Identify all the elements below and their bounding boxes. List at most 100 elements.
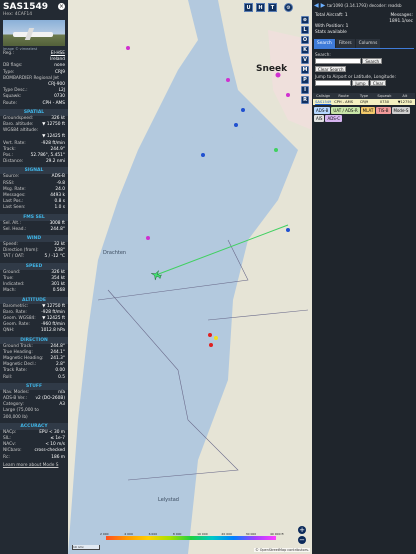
table-cell: ▼12750 (397, 100, 412, 104)
source-tag[interactable]: MLAT (360, 107, 376, 114)
map-attribution[interactable]: © OpenStreetMap contributors. (254, 548, 310, 552)
map-button-r[interactable]: R (301, 96, 309, 104)
source-tag[interactable]: ADS-B (314, 107, 331, 114)
hex-label: Hex: (3, 12, 14, 17)
info-key: TAT / OAT: (3, 254, 25, 260)
info-key: Reg.: (3, 51, 14, 56)
section-header[interactable]: SPATIAL (0, 108, 68, 116)
collapse-chevron-icon[interactable]: ◀ (314, 2, 319, 9)
info-key: Roll: (3, 374, 13, 380)
map-button-u[interactable]: U (244, 3, 253, 12)
marker (209, 343, 213, 347)
clear-button[interactable]: Clear (369, 80, 387, 86)
map-button-l[interactable]: L (301, 26, 309, 34)
marker (241, 108, 245, 112)
jump-input[interactable] (315, 80, 351, 86)
clear-search-button[interactable]: Clear Search (315, 66, 347, 72)
table-row[interactable]: SAS1549 CPH - AMS CRJ9 0730 ▼12750 (313, 99, 415, 105)
scale-label: 10 nmi (73, 545, 84, 549)
info-row: Route: CPH - AMS (0, 101, 68, 107)
lake (252, 134, 264, 146)
settings-icon[interactable]: ⚙ (284, 3, 293, 12)
marker (286, 228, 290, 232)
map-button-k[interactable]: K (301, 46, 309, 54)
zoom-out-button[interactable]: − (298, 536, 306, 544)
map-view[interactable]: Sneek Drachten Lelystad U H T ⚙ ⊗ L O K … (68, 0, 312, 554)
detail-sections: SPATIAL Groundspeed: 326 kt Baro. altitude:… (0, 108, 68, 461)
version-text[interactable]: tar1090 (3.14.1793) decoder: readsb (327, 3, 401, 8)
search-form: Search: Search Clear Search Jump to Airp… (312, 49, 416, 89)
source-tag[interactable]: Mode-S (391, 107, 411, 114)
altitude-legend-label: 40 000 ft (270, 532, 284, 536)
city-label: Sneek (256, 64, 288, 74)
marker (208, 333, 212, 337)
mode-s-link[interactable]: Learn more about Mode S (3, 463, 58, 469)
map-button-cancel[interactable]: ⊗ (301, 16, 309, 24)
tab-filters[interactable]: Filters (335, 39, 355, 48)
info-key: Sel. Head.: (3, 226, 27, 232)
marker (214, 336, 218, 340)
callsign-title: SAS1549 (3, 2, 48, 12)
close-icon[interactable]: × (58, 3, 65, 10)
source-tag[interactable]: TIS-B (376, 107, 391, 114)
search-button[interactable]: Search (362, 58, 383, 64)
aircraft-header: SAS1549 Hex: 4CAF14 (0, 0, 68, 19)
altitude-legend-label: 6 000 (148, 532, 158, 536)
stat-key: Total Aircraft: 1 (315, 13, 348, 18)
altitude-legend-label: 8 000 (172, 532, 182, 536)
marker (201, 153, 205, 157)
map-button-t[interactable]: T (268, 3, 277, 12)
table-cell: CRJ9 (359, 100, 369, 104)
map-canvas (68, 0, 312, 554)
table-cell: CPH - AMS (334, 100, 354, 104)
zoom-in-button[interactable]: + (298, 526, 306, 534)
table-cell: SAS1549 (315, 100, 332, 104)
tab-columns[interactable]: Columns (355, 39, 381, 48)
info-key: Route: (3, 100, 17, 106)
info-value: 29.2 nmi (45, 159, 65, 165)
map-button-p[interactable]: P (301, 76, 309, 84)
marker (126, 46, 130, 50)
info-row: Mach: 0.568 (0, 288, 68, 294)
info-row: Rc: 186 m (0, 455, 68, 461)
tab-search[interactable]: Search (314, 39, 335, 48)
info-key: Distance: (3, 159, 24, 165)
map-button-v[interactable]: V (301, 56, 309, 64)
altitude-legend-label: 4 000 (124, 532, 133, 536)
info-key: Rc: (3, 454, 10, 460)
search-label: Search: (315, 52, 331, 57)
map-button-m[interactable]: M (301, 66, 309, 74)
source-tag[interactable]: ADS-C (325, 115, 343, 122)
info-value: A3 (59, 402, 65, 408)
marker (146, 236, 150, 240)
source-tag[interactable]: AIS (314, 115, 325, 122)
map-side-buttons: ⊗ L O K V M P I R (301, 16, 309, 104)
map-button-i[interactable]: I (301, 86, 309, 94)
info-key: WGS84 altitude: (3, 128, 39, 134)
table-cell: 0730 (379, 100, 389, 104)
sidebar-tabs: Search Filters Columns (314, 39, 414, 49)
aircraft-photo[interactable] (3, 20, 65, 46)
altitude-legend-label: 2 000 (100, 532, 109, 536)
source-tag[interactable]: UAT / ADS-R (331, 107, 360, 114)
section-header[interactable]: FMS SEL (0, 213, 68, 221)
section-header[interactable]: STUFF (0, 382, 68, 390)
info-value: 0.5 (58, 374, 65, 380)
identity-rows: Reg.: EI-HSE Ireland DB flags: none Type: CRJ9… (0, 51, 68, 107)
search-input[interactable] (315, 58, 361, 64)
info-value: 244.8° (50, 226, 65, 232)
map-button-h[interactable]: H (256, 3, 265, 12)
section-header[interactable]: DIRECTION (0, 336, 68, 344)
stat-key: Stats available (315, 29, 347, 35)
section-header[interactable]: ALTITUDE (0, 296, 68, 304)
info-value: CPH - AMS (42, 100, 65, 106)
land-west (68, 0, 198, 554)
marker (226, 78, 230, 82)
info-row: Last Seen: 1.0 s (0, 205, 68, 211)
jump-button[interactable]: Jump (352, 80, 369, 86)
section-header[interactable]: SPEED (0, 262, 68, 270)
expand-chevron-icon[interactable]: ▶ (321, 2, 326, 9)
altitude-color-legend (106, 536, 276, 540)
section-header[interactable]: ACCURACY (0, 422, 68, 430)
map-button-o[interactable]: O (301, 36, 309, 44)
